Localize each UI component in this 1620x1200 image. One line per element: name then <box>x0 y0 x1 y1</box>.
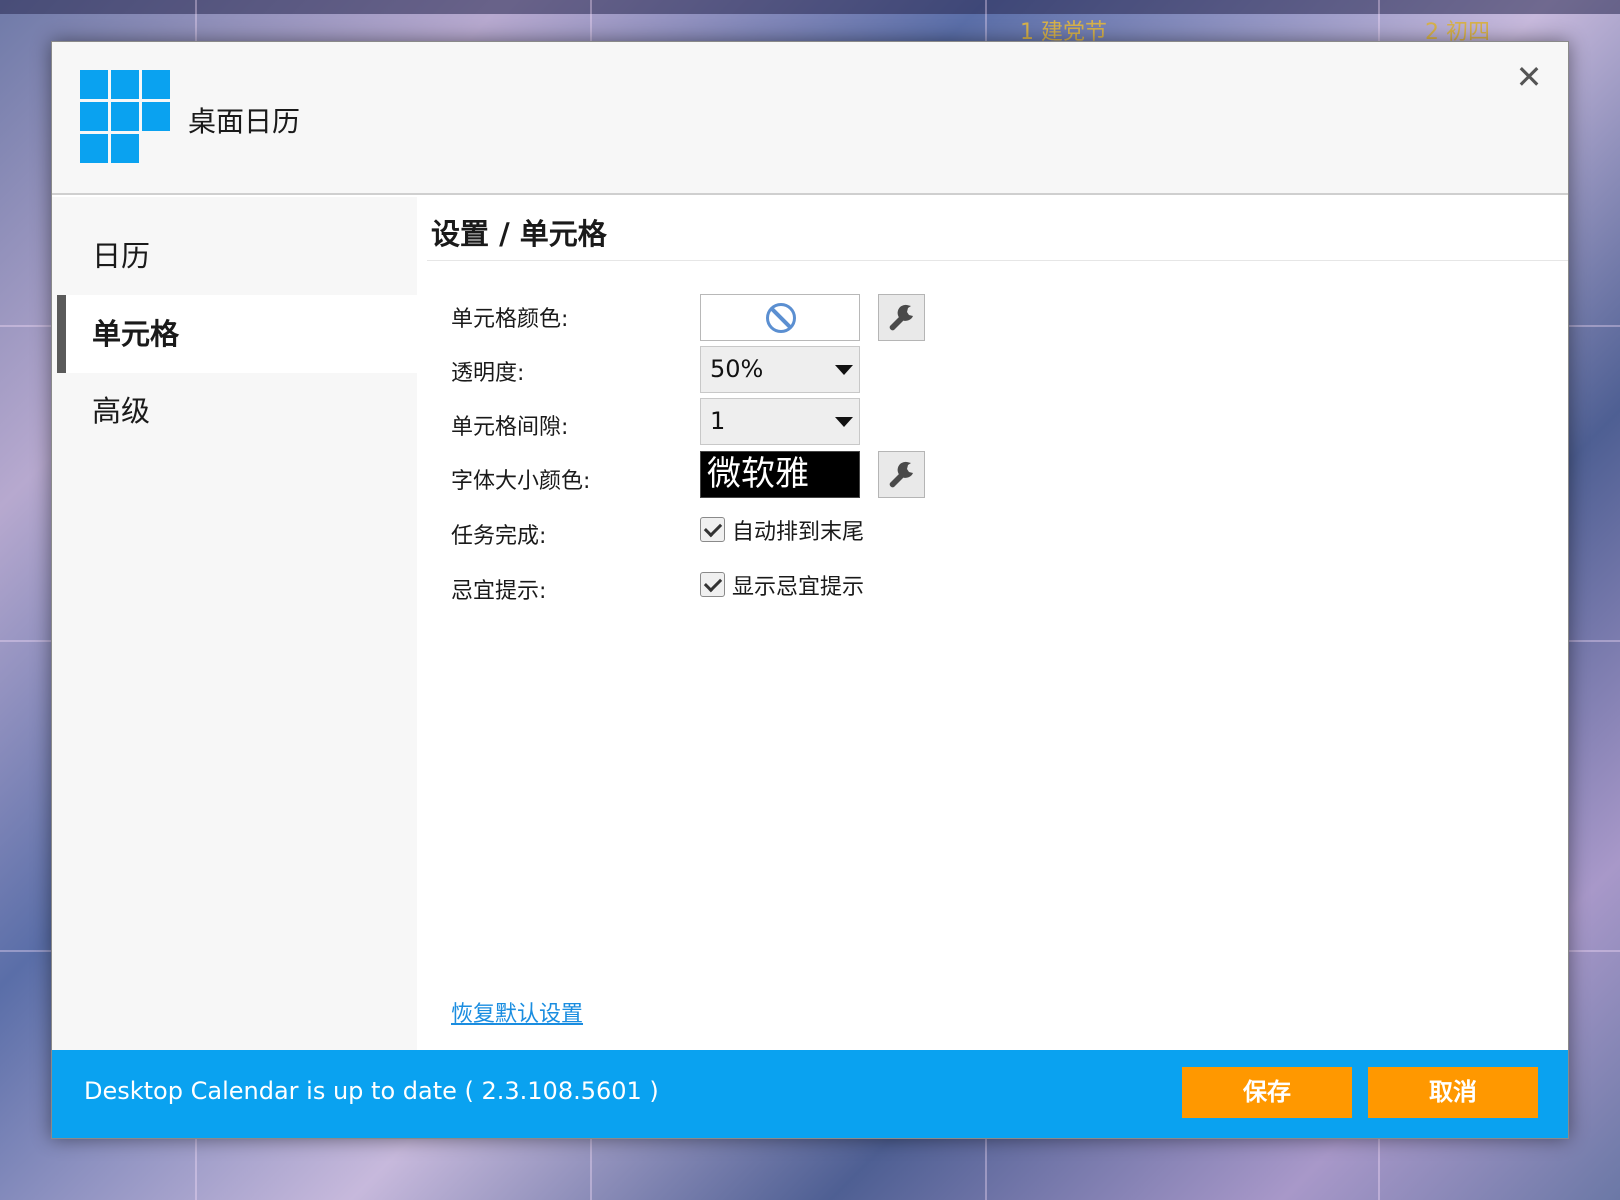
app-logo-icon <box>80 70 172 166</box>
dropdown-arrow-icon <box>835 365 853 375</box>
opacity-label: 透明度: <box>451 361 525 386</box>
opacity-value: 50% <box>710 355 764 383</box>
sidebar-item-calendar[interactable]: 日历 <box>57 217 417 295</box>
cell-color-label: 单元格颜色: <box>451 307 569 332</box>
dropdown-arrow-icon <box>835 417 853 427</box>
close-icon[interactable]: ✕ <box>1514 61 1544 93</box>
cell-color-settings-button[interactable] <box>878 294 925 341</box>
save-button[interactable]: 保存 <box>1182 1067 1352 1118</box>
font-preview[interactable]: 微软雅 <box>700 451 860 498</box>
dialog-footer: Desktop Calendar is up to date ( 2.3.108… <box>52 1050 1568 1138</box>
opacity-select[interactable]: 50% <box>700 346 860 393</box>
cancel-button[interactable]: 取消 <box>1368 1067 1538 1118</box>
sidebar-item-advanced[interactable]: 高级 <box>57 372 417 450</box>
auto-move-to-end-label[interactable]: 自动排到末尾 <box>732 514 864 546</box>
wrench-icon <box>889 304 913 331</box>
sidebar-item-cell[interactable]: 单元格 <box>57 295 417 373</box>
cell-gap-label: 单元格间隙: <box>451 415 569 440</box>
cell-gap-value: 1 <box>710 407 726 435</box>
font-settings-button[interactable] <box>878 451 925 498</box>
settings-content: 设置 / 单元格 单元格颜色: 透明度: 50% 单元格间隙: 1 字体大小颜色… <box>417 197 1568 1050</box>
title-divider <box>427 260 1568 261</box>
font-size-color-label: 字体大小颜色: <box>451 469 591 494</box>
task-complete-label: 任务完成: <box>451 524 547 549</box>
restore-defaults-link[interactable]: 恢复默认设置 <box>451 996 583 1028</box>
sidebar-nav: 日历 单元格 高级 <box>52 197 417 1050</box>
page-title: 设置 / 单元格 <box>431 217 607 251</box>
show-yiji-hint-label[interactable]: 显示忌宜提示 <box>732 569 864 601</box>
cell-color-swatch[interactable] <box>700 294 860 341</box>
yiji-hint-label: 忌宜提示: <box>451 579 547 604</box>
app-title: 桌面日历 <box>188 105 301 138</box>
wrench-icon <box>889 461 913 488</box>
auto-move-to-end-checkbox[interactable] <box>700 517 725 542</box>
show-yiji-hint-checkbox[interactable] <box>700 572 725 597</box>
no-color-icon <box>766 303 796 333</box>
cell-gap-select[interactable]: 1 <box>700 398 860 445</box>
dialog-header: 桌面日历 ✕ <box>52 42 1568 195</box>
settings-dialog: 桌面日历 ✕ 日历 单元格 高级 设置 / 单元格 单元格颜色: 透明度: 50… <box>51 41 1569 1139</box>
background-top-bar <box>0 0 1620 14</box>
update-status: Desktop Calendar is up to date ( 2.3.108… <box>84 1077 659 1105</box>
